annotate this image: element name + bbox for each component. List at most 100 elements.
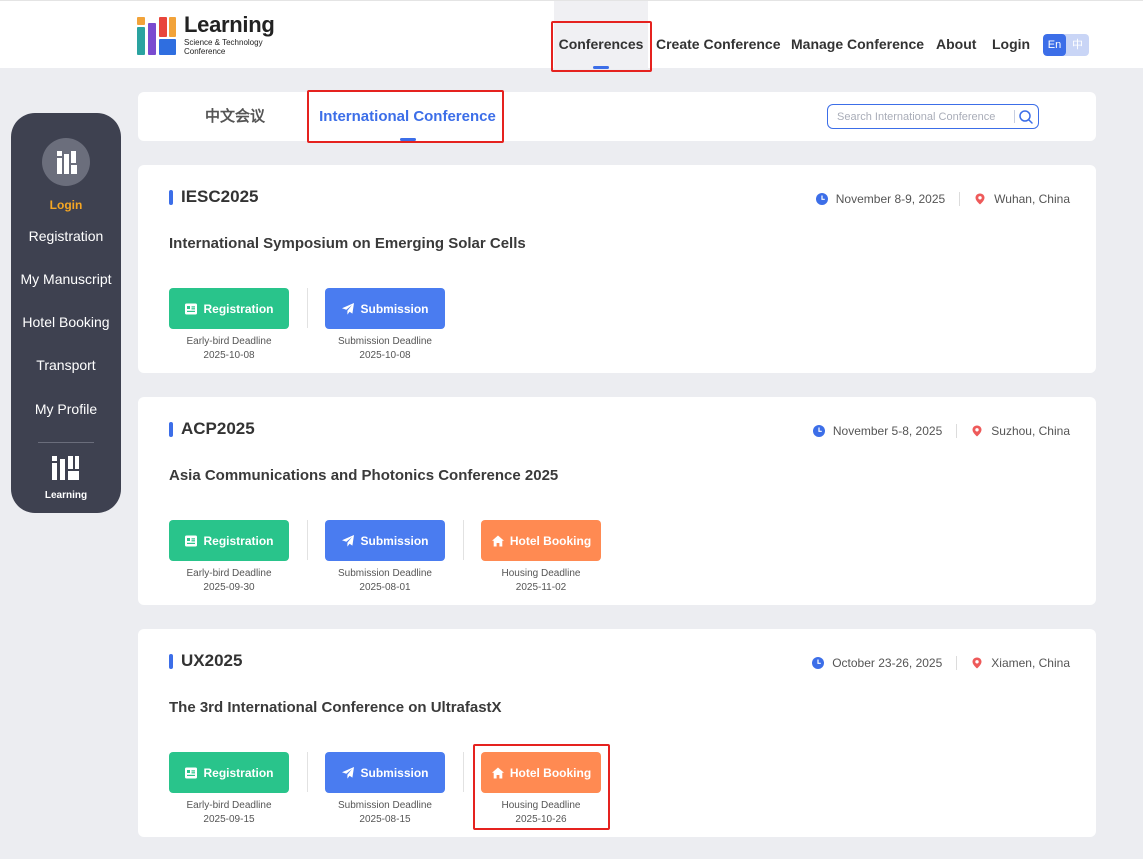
conference-title[interactable]: Asia Communications and Photonics Confer… xyxy=(169,467,558,484)
search-input[interactable] xyxy=(837,107,1015,126)
site-logo[interactable]: Learning Science & Technology Conference xyxy=(136,13,275,57)
hotel-booking-button-label: Hotel Booking xyxy=(509,533,592,548)
paper-plane-icon xyxy=(342,534,355,547)
registration-deadline-date: 2025-09-30 xyxy=(203,582,255,593)
hotel-booking-button[interactable]: Hotel Booking xyxy=(481,520,601,561)
action-submission: Submission Submission Deadline 2025-08-01 xyxy=(325,520,445,595)
conference-code-text: ACP2025 xyxy=(181,419,255,438)
code-accent-bar xyxy=(169,189,173,205)
lang-zh-option[interactable]: 中 xyxy=(1066,34,1089,56)
sidebar-item-my-profile[interactable]: My Profile xyxy=(11,401,121,417)
meta-separator xyxy=(959,192,961,206)
avatar[interactable] xyxy=(42,138,90,186)
conference-date: October 23-26, 2025 xyxy=(832,656,943,670)
submission-deadline-date: 2025-08-15 xyxy=(359,814,411,825)
sidebar-divider xyxy=(38,442,94,443)
conference-title[interactable]: International Symposium on Emerging Sola… xyxy=(169,235,526,252)
hotel-booking-deadline-label: Housing Deadline xyxy=(501,568,581,579)
action-hotel-booking: Hotel Booking Housing Deadline 2025-11-02 xyxy=(481,520,601,595)
clock-icon xyxy=(812,425,825,437)
sidebar-login[interactable]: Login xyxy=(11,198,121,212)
conference-meta: November 5-8, 2025 Suzhou, China xyxy=(812,423,1070,439)
search-icon[interactable] xyxy=(1018,109,1034,125)
nav-create-conference[interactable]: Create Conference xyxy=(656,1,781,69)
nav-conferences[interactable]: Conferences xyxy=(554,1,648,69)
logo-title: Learning xyxy=(184,12,275,37)
tab-chinese-conference[interactable]: 中文会议 xyxy=(205,92,265,141)
hotel-booking-deadline-date: 2025-11-02 xyxy=(515,582,567,593)
hotel-booking-button-label: Hotel Booking xyxy=(509,765,592,780)
registration-deadline-label: Early-bird Deadline xyxy=(186,800,272,811)
tab-international-conference[interactable]: International Conference xyxy=(317,92,498,141)
code-accent-bar xyxy=(169,653,173,669)
logo-subtitle-1: Science & Technology xyxy=(184,38,263,47)
paper-plane-icon xyxy=(342,766,355,779)
logo-subtitle-2: Conference xyxy=(184,47,226,56)
registration-button[interactable]: Registration xyxy=(169,520,289,561)
paper-plane-icon xyxy=(342,302,355,315)
nav-about[interactable]: About xyxy=(936,1,976,69)
conference-code[interactable]: UX2025 xyxy=(169,651,242,671)
submission-deadline-date: 2025-10-08 xyxy=(359,350,411,361)
action-registration: Registration Early-bird Deadline 2025-09-3… xyxy=(169,520,289,595)
submission-deadline-label: Submission Deadline xyxy=(338,568,432,579)
conference-card: IESC2025 November 8-9, 2025 Wuhan, China In… xyxy=(138,165,1096,373)
conference-date: November 5-8, 2025 xyxy=(832,424,943,438)
conference-title[interactable]: The 3rd International Conference on Ultr… xyxy=(169,699,502,716)
location-pin-icon xyxy=(972,657,982,669)
sidebar-item-transport[interactable]: Transport xyxy=(11,357,121,373)
registration-deadline-label: Early-bird Deadline xyxy=(186,568,272,579)
action-separator xyxy=(463,752,464,792)
action-submission: Submission Submission Deadline 2025-08-15 xyxy=(325,752,445,827)
search-box xyxy=(827,104,1039,129)
language-switch[interactable]: En 中 xyxy=(1043,34,1089,56)
avatar-logo-icon xyxy=(57,151,77,174)
registration-button-label: Registration xyxy=(203,533,274,548)
action-registration: Registration Early-bird Deadline 2025-10-0… xyxy=(169,288,289,363)
sidebar-item-registration[interactable]: Registration xyxy=(11,228,121,244)
registration-icon xyxy=(185,767,198,778)
conference-meta: October 23-26, 2025 Xiamen, China xyxy=(812,655,1070,671)
registration-button[interactable]: Registration xyxy=(169,752,289,793)
registration-icon xyxy=(185,303,198,314)
conference-location: Wuhan, China xyxy=(994,192,1070,206)
registration-deadline-label: Early-bird Deadline xyxy=(186,336,272,347)
nav-active-indicator xyxy=(593,66,609,69)
submission-deadline-date: 2025-08-01 xyxy=(359,582,411,593)
clock-icon xyxy=(812,657,825,669)
submission-deadline-label: Submission Deadline xyxy=(338,800,432,811)
conference-card: ACP2025 November 5-8, 2025 Suzhou, China As… xyxy=(138,397,1096,605)
registration-deadline-date: 2025-10-08 xyxy=(203,350,255,361)
submission-button-label: Submission xyxy=(360,765,429,780)
registration-button-label: Registration xyxy=(203,301,274,316)
conference-code[interactable]: IESC2025 xyxy=(169,187,259,207)
clock-icon xyxy=(815,193,828,205)
submission-button-label: Submission xyxy=(360,301,429,316)
location-pin-icon xyxy=(972,425,982,437)
submission-deadline-label: Submission Deadline xyxy=(338,336,432,347)
search-separator xyxy=(1014,110,1015,123)
action-submission: Submission Submission Deadline 2025-10-08 xyxy=(325,288,445,363)
conference-code-text: UX2025 xyxy=(181,651,243,670)
sidebar-logo-icon xyxy=(52,456,79,480)
registration-icon xyxy=(185,535,198,546)
conference-code[interactable]: ACP2025 xyxy=(169,419,255,439)
location-pin-icon xyxy=(975,193,985,205)
submission-button[interactable]: Submission xyxy=(325,288,445,329)
nav-manage-conference[interactable]: Manage Conference xyxy=(791,1,924,69)
hotel-booking-button[interactable]: Hotel Booking xyxy=(481,752,601,793)
action-separator xyxy=(307,520,308,560)
submission-button[interactable]: Submission xyxy=(325,752,445,793)
conference-card: UX2025 October 23-26, 2025 Xiamen, China Th… xyxy=(138,629,1096,837)
action-registration: Registration Early-bird Deadline 2025-09-1… xyxy=(169,752,289,827)
action-separator xyxy=(307,752,308,792)
logo-mark-icon xyxy=(137,17,176,55)
submission-button[interactable]: Submission xyxy=(325,520,445,561)
lang-en-option[interactable]: En xyxy=(1043,34,1066,56)
nav-conferences-label: Conferences xyxy=(558,36,644,52)
sidebar-item-hotel-booking[interactable]: Hotel Booking xyxy=(11,314,121,330)
top-header: Learning Science & Technology Conference… xyxy=(0,0,1143,69)
sidebar-item-my-manuscript[interactable]: My Manuscript xyxy=(11,271,121,287)
registration-button[interactable]: Registration xyxy=(169,288,289,329)
nav-login[interactable]: Login xyxy=(992,1,1030,69)
